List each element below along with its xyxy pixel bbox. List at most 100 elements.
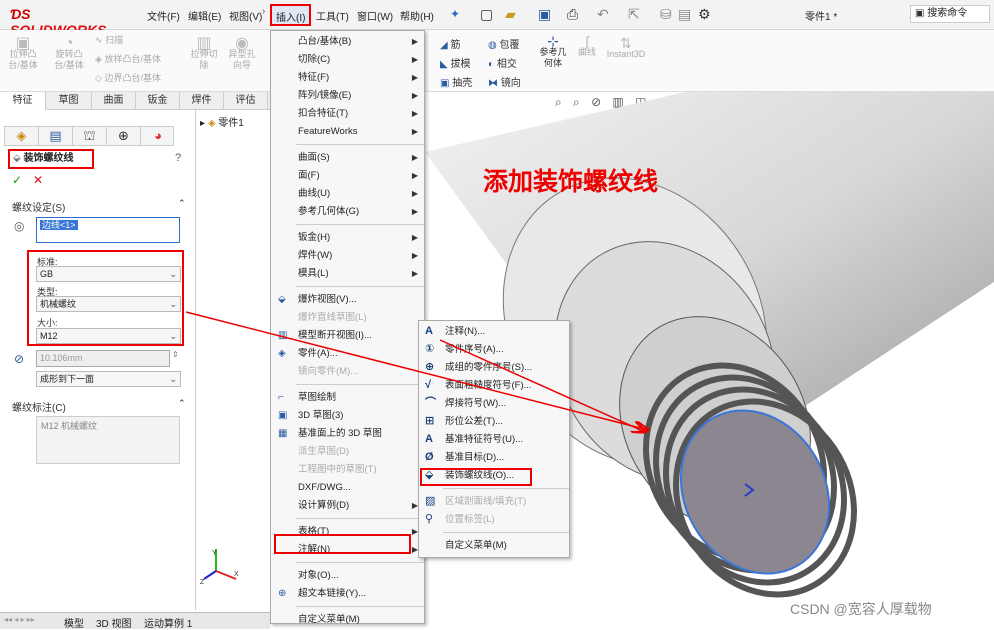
sweep-button[interactable]: ∿ 扫描 [95, 33, 123, 46]
draft-button[interactable]: ◣ 拔模 [440, 55, 470, 70]
end-condition-select[interactable]: 成形到下一面 ⌄ [36, 371, 181, 387]
search-commands[interactable]: ▣ 搜索命令 [910, 5, 990, 23]
edge-selection-box[interactable]: 边线<1> [36, 217, 180, 243]
tab-weldments[interactable]: 焊件 [180, 92, 224, 110]
shell-button[interactable]: ▣ 抽壳 [440, 74, 472, 89]
instant3d-button[interactable]: ⇅ Instant3D [604, 36, 648, 60]
annotation-menu-item[interactable]: A 注释(N)... [419, 323, 571, 341]
standard-select[interactable]: GB ⌄ [36, 266, 181, 282]
rebuild-icon[interactable]: ⛁ [660, 6, 672, 23]
menu-overflow-icon[interactable]: › [262, 6, 265, 17]
tab-evaluate[interactable]: 评估 [224, 92, 268, 110]
insert-menu-item[interactable]: ◈ 零件(A)... [271, 345, 426, 363]
print-icon[interactable]: ⎙ [567, 6, 578, 23]
insert-menu-item[interactable]: 阵列/镜像(E) ▶ [271, 87, 426, 105]
annotation-menu-item[interactable]: A 基准特征符号(U)... [419, 431, 571, 449]
annotation-menu-item[interactable]: ① 零件序号(A)... [419, 341, 571, 359]
insert-menu-item[interactable]: 对象(O)... [271, 567, 426, 585]
insert-menu-item[interactable]: 爆炸直线草图(L) [271, 309, 426, 327]
mirror-button[interactable]: ⧓ 镜向 [488, 74, 521, 89]
insert-menu-item[interactable]: 曲面(S) ▶ [271, 149, 426, 167]
menu-view[interactable]: 视图(V) [229, 8, 262, 23]
insert-menu-item[interactable]: 扣合特征(T) ▶ [271, 105, 426, 123]
pin-icon[interactable]: ✦ [450, 7, 460, 21]
select-icon[interactable]: ⇱ [628, 6, 640, 23]
insert-menu-item[interactable]: ▦ 基准面上的 3D 草图 [271, 425, 426, 443]
tab-surfaces[interactable]: 曲面 [92, 92, 136, 110]
menu-edit[interactable]: 编辑(E) [188, 8, 221, 23]
dimxpert-tab-icon[interactable]: ⊕ [107, 127, 141, 145]
annotation-menu-item[interactable]: ⚲ 位置标签(L) [419, 511, 571, 529]
insert-menu-item[interactable]: DXF/DWG... [271, 479, 426, 497]
annotation-menu-item[interactable]: 自定义菜单(M) [419, 537, 571, 555]
menu-window[interactable]: 窗口(W) [357, 8, 393, 23]
feature-tree-root[interactable]: ▸ ◈ 零件1 [200, 114, 244, 129]
new-document-icon[interactable]: ▢ [480, 6, 493, 23]
insert-menu-item[interactable]: ⬙ 爆炸视图(V)... [271, 291, 426, 309]
insert-menu-item[interactable]: 曲线(U) ▶ [271, 185, 426, 203]
tab-scroll-arrows-icon[interactable]: ◂◂ ◂ ▸ ▸▸ [4, 615, 35, 624]
thread-callout-header[interactable]: 螺纹标注(C) [12, 399, 66, 414]
insert-menu-item[interactable]: ▣ 3D 草图(3) [271, 407, 426, 425]
save-icon[interactable]: ▣ [538, 6, 551, 23]
insert-menu-item[interactable]: 参考几何体(G) ▶ [271, 203, 426, 221]
annotation-menu-item[interactable]: ⊕ 成组的零件序号(S)... [419, 359, 571, 377]
help-icon[interactable]: ? [175, 152, 181, 164]
extrude-cut-button[interactable]: ▥ 拉伸切 除 [188, 36, 220, 71]
annotation-menu-item[interactable]: ⊞ 形位公差(T)... [419, 413, 571, 431]
wrap-button[interactable]: ◍ 包覆 [488, 36, 520, 51]
config-manager-tab-icon[interactable]: ⛫ [73, 127, 107, 145]
menu-file[interactable]: 文件(F) [147, 8, 180, 23]
property-manager-tab-icon[interactable]: ▤ [39, 127, 73, 145]
insert-menu-item[interactable]: 钣金(H) ▶ [271, 229, 426, 247]
size-select[interactable]: M12 ⌄ [36, 328, 181, 344]
open-icon[interactable]: ▰ [505, 6, 516, 23]
depth-input[interactable]: 10.106mm [36, 350, 170, 367]
display-manager-tab-icon[interactable]: ◕ [141, 127, 175, 145]
reference-geometry-button[interactable]: ⊹ 参考几 何体 [536, 34, 570, 69]
depth-spinner-icon[interactable]: ⇕ [172, 350, 179, 359]
curves-button[interactable]: ʃ 曲线 [574, 34, 600, 58]
menu-help[interactable]: 帮助(H) [400, 8, 434, 23]
ok-check-icon[interactable]: ✓ [12, 173, 22, 187]
insert-menu-item[interactable]: ⌐ 草图绘制 [271, 389, 426, 407]
tab-sheet-metal[interactable]: 钣金 [136, 92, 180, 110]
menu-insert[interactable]: 插入(I) [270, 4, 312, 26]
collapse-chevron-icon[interactable]: ⌃ [178, 398, 186, 409]
menu-tools[interactable]: 工具(T) [316, 8, 349, 23]
extrude-boss-button[interactable]: ▣ 拉伸凸 台/基体 [8, 36, 38, 71]
loft-button[interactable]: ◈ 放样凸台/基体 [95, 52, 161, 65]
insert-menu-item[interactable]: ⊕ 超文本链接(Y)... [271, 585, 426, 603]
insert-menu-item[interactable]: 自定义菜单(M) [271, 611, 426, 629]
tab-sketch[interactable]: 草图 [46, 92, 92, 110]
cancel-x-icon[interactable]: ✕ [33, 173, 43, 187]
tab-3d-views[interactable]: 3D 视图 [96, 615, 132, 630]
annotation-menu-item[interactable]: Ø 基准目标(D)... [419, 449, 571, 467]
insert-menu-item[interactable]: 凸台/基体(B) ▶ [271, 33, 426, 51]
rib-button[interactable]: ◢ 筋 [440, 36, 460, 51]
intersect-button[interactable]: ◐ 相交 [488, 55, 517, 70]
boundary-button[interactable]: ◇ 边界凸台/基体 [95, 71, 161, 84]
insert-menu-item[interactable]: 镜向零件(M)... [271, 363, 426, 381]
insert-menu-item[interactable]: 切除(C) ▶ [271, 51, 426, 69]
insert-menu-item[interactable]: 焊件(W) ▶ [271, 247, 426, 265]
type-select[interactable]: 机械螺纹 ⌄ [36, 296, 181, 312]
file-properties-icon[interactable]: ▤ [678, 6, 691, 23]
insert-menu-item[interactable]: 面(F) ▶ [271, 167, 426, 185]
insert-menu-item[interactable]: ▥ 模型断开视图(I)... [271, 327, 426, 345]
insert-menu-item[interactable]: 模具(L) ▶ [271, 265, 426, 283]
collapse-chevron-icon[interactable]: ⌃ [178, 198, 186, 209]
hole-wizard-button[interactable]: ◉ 异型孔 向导 [226, 36, 258, 71]
tab-motion-study[interactable]: 运动算例 1 [144, 615, 192, 630]
feature-tree-tab-icon[interactable]: ◈ [5, 127, 39, 145]
thread-settings-header[interactable]: 螺纹设定(S) [12, 199, 65, 214]
tab-features[interactable]: 特征 [0, 92, 46, 110]
insert-menu-item[interactable]: 工程图中的草图(T) [271, 461, 426, 479]
insert-menu-item[interactable]: FeatureWorks ▶ [271, 123, 426, 141]
thread-callout-text[interactable]: M12 机械螺纹 [36, 416, 180, 464]
insert-menu-item[interactable]: 特征(F) ▶ [271, 69, 426, 87]
options-gear-icon[interactable]: ⚙ [698, 6, 711, 23]
undo-icon[interactable]: ↶ [597, 6, 609, 23]
insert-menu-item[interactable]: 设计算例(D) ▶ [271, 497, 426, 515]
tab-model[interactable]: 模型 [64, 615, 84, 630]
